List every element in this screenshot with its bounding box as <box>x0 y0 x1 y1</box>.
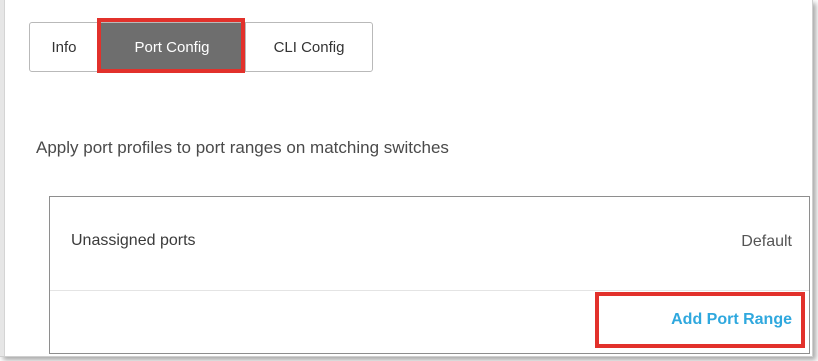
tab-info[interactable]: Info <box>30 23 99 71</box>
port-range-panel: Unassigned ports Default Add Port Range <box>49 196 810 354</box>
window-frame: Info Port Config CLI Config Apply port p… <box>0 0 813 357</box>
section-description: Apply port profiles to port ranges on ma… <box>36 138 449 157</box>
port-range-profile: Default <box>741 233 792 250</box>
port-range-name: Unassigned ports <box>71 232 196 249</box>
add-port-range-link[interactable]: Add Port Range <box>671 311 792 329</box>
window-left-edge <box>0 0 5 356</box>
tab-bar: Info Port Config CLI Config <box>29 22 373 72</box>
tab-port-config[interactable]: Port Config <box>99 23 245 71</box>
port-range-row[interactable]: Unassigned ports Default <box>50 197 809 291</box>
tab-cli-config[interactable]: CLI Config <box>245 23 372 71</box>
